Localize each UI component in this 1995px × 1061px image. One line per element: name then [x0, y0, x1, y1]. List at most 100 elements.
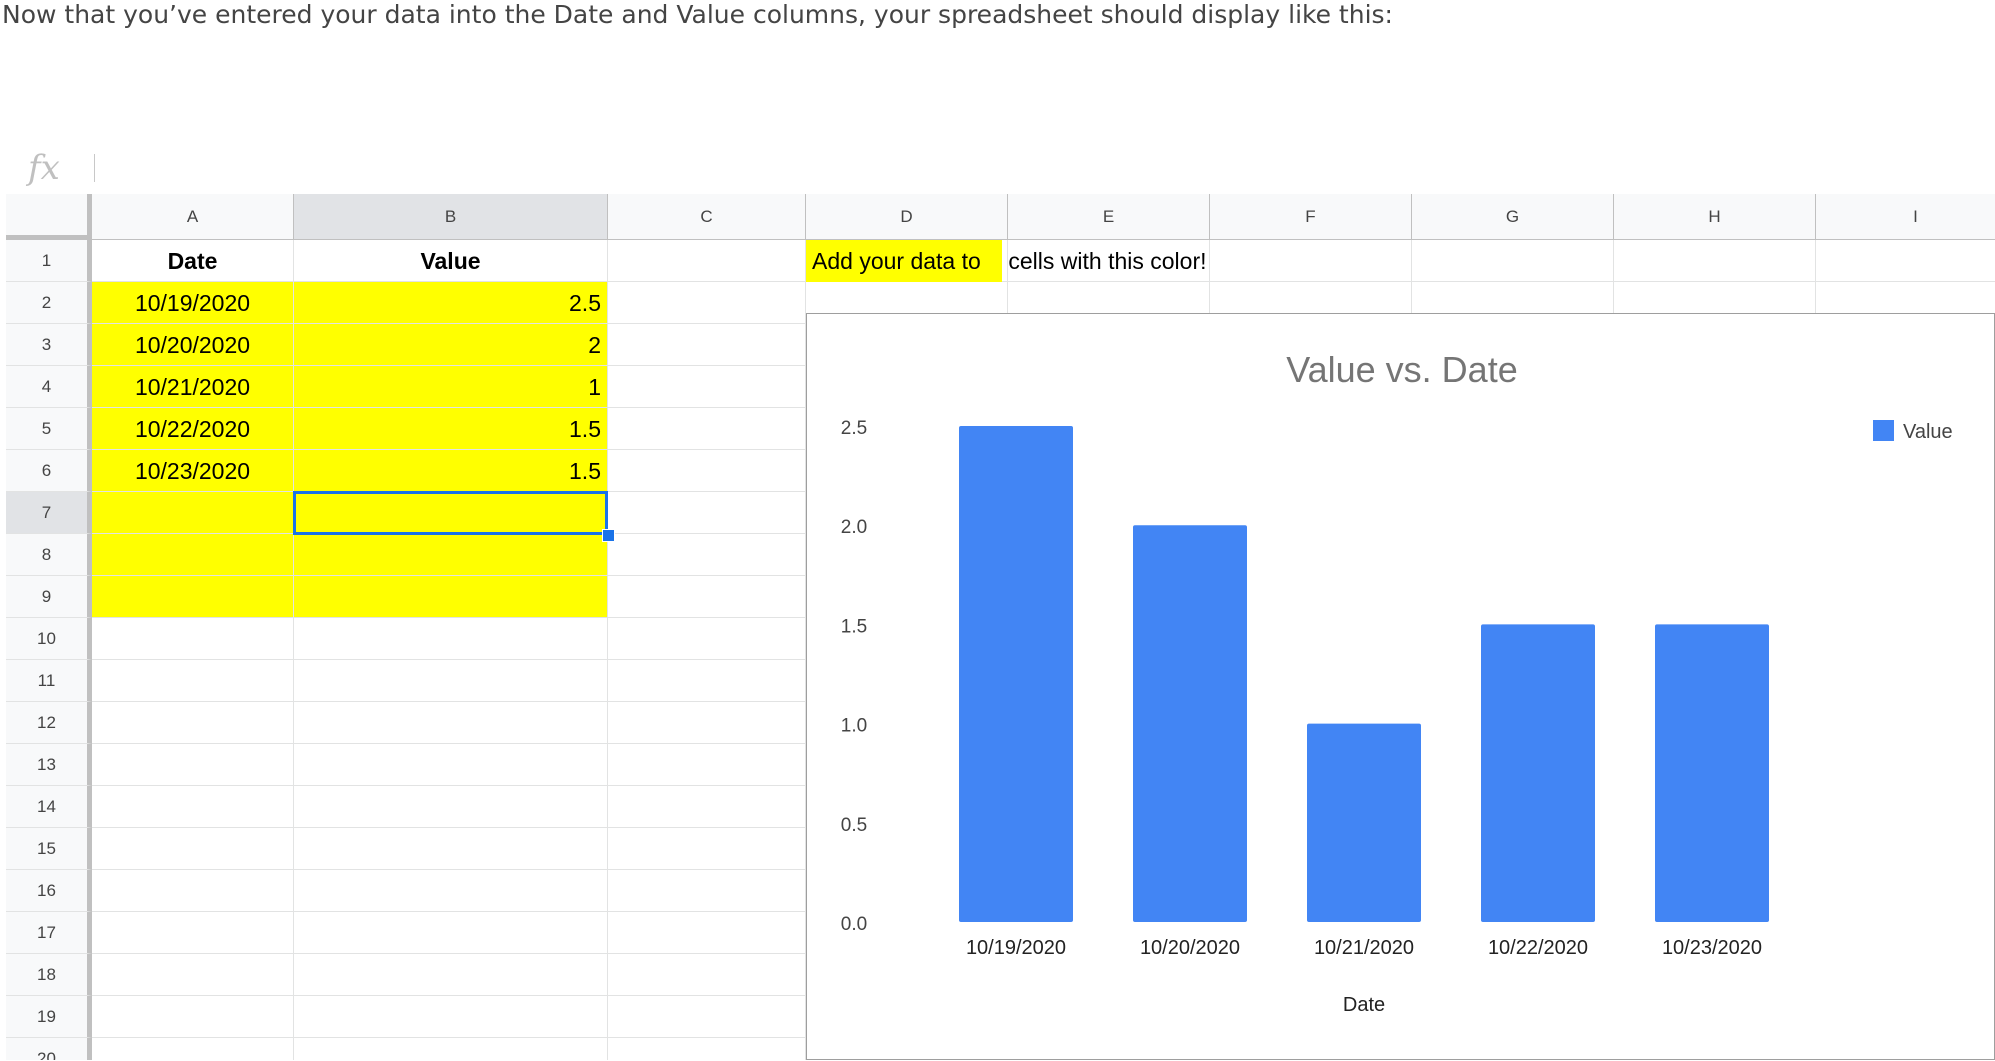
cell-a10[interactable]	[92, 618, 294, 660]
cell-c2[interactable]	[608, 282, 806, 324]
cell-b13[interactable]	[294, 744, 608, 786]
column-header-b[interactable]: B	[294, 194, 608, 240]
cell-c9[interactable]	[608, 576, 806, 618]
cell-c14[interactable]	[608, 786, 806, 828]
cell-b9[interactable]	[294, 576, 608, 618]
row-header-12[interactable]: 12	[6, 702, 92, 744]
row-header-6[interactable]: 6	[6, 450, 92, 492]
y-tick-label: 0.0	[841, 914, 867, 935]
cell-c7[interactable]	[608, 492, 806, 534]
row-header-14[interactable]: 14	[6, 786, 92, 828]
cell-h1[interactable]	[1614, 240, 1816, 282]
row-header-18[interactable]: 18	[6, 954, 92, 996]
row-header-20[interactable]: 20	[6, 1038, 92, 1060]
cell-c17[interactable]	[608, 912, 806, 954]
cell-c13[interactable]	[608, 744, 806, 786]
cell-a18[interactable]	[92, 954, 294, 996]
cell-c12[interactable]	[608, 702, 806, 744]
row-header-13[interactable]: 13	[6, 744, 92, 786]
column-header-d[interactable]: D	[806, 194, 1008, 240]
cell-a4[interactable]: 10/21/2020	[92, 366, 294, 408]
row-header-11[interactable]: 11	[6, 660, 92, 702]
cell-i1[interactable]	[1816, 240, 1995, 282]
row-header-5[interactable]: 5	[6, 408, 92, 450]
legend-label: Value	[1903, 421, 1953, 443]
cell-c20[interactable]	[608, 1038, 806, 1060]
chart-container[interactable]: Value vs. Date 0.0 0.5 1.0 1.5 2.0 2.5 10/19/20…	[806, 313, 1995, 1060]
cell-a17[interactable]	[92, 912, 294, 954]
cell-a5[interactable]: 10/22/2020	[92, 408, 294, 450]
column-header-f[interactable]: F	[1210, 194, 1412, 240]
x-tick-label: 10/21/2020	[1314, 937, 1414, 959]
cell-a9[interactable]	[92, 576, 294, 618]
cell-b10[interactable]	[294, 618, 608, 660]
cell-b16[interactable]	[294, 870, 608, 912]
column-header-e[interactable]: E	[1008, 194, 1210, 240]
column-header-g[interactable]: G	[1412, 194, 1614, 240]
cell-b14[interactable]	[294, 786, 608, 828]
cell-c3[interactable]	[608, 324, 806, 366]
column-header-i[interactable]: I	[1816, 194, 1995, 240]
cell-a12[interactable]	[92, 702, 294, 744]
cell-a19[interactable]	[92, 996, 294, 1038]
cell-a7[interactable]	[92, 492, 294, 534]
cell-a16[interactable]	[92, 870, 294, 912]
cell-a13[interactable]	[92, 744, 294, 786]
cell-c5[interactable]	[608, 408, 806, 450]
cell-b12[interactable]	[294, 702, 608, 744]
cell-c16[interactable]	[608, 870, 806, 912]
cell-b3[interactable]: 2	[294, 324, 608, 366]
row-header-16[interactable]: 16	[6, 870, 92, 912]
cell-c18[interactable]	[608, 954, 806, 996]
cell-b11[interactable]	[294, 660, 608, 702]
row-header-10[interactable]: 10	[6, 618, 92, 660]
row-header-7[interactable]: 7	[6, 492, 92, 534]
cell-b17[interactable]	[294, 912, 608, 954]
row-header-4[interactable]: 4	[6, 366, 92, 408]
row-header-17[interactable]: 17	[6, 912, 92, 954]
select-all-corner[interactable]	[6, 194, 92, 240]
fill-handle[interactable]	[602, 529, 615, 542]
cell-b6[interactable]: 1.5	[294, 450, 608, 492]
cell-a20[interactable]	[92, 1038, 294, 1060]
cell-c11[interactable]	[608, 660, 806, 702]
row-header-15[interactable]: 15	[6, 828, 92, 870]
cell-b1[interactable]: Value	[294, 240, 608, 282]
cell-c10[interactable]	[608, 618, 806, 660]
cell-a3[interactable]: 10/20/2020	[92, 324, 294, 366]
cell-a14[interactable]	[92, 786, 294, 828]
cell-b4[interactable]: 1	[294, 366, 608, 408]
cell-c1[interactable]	[608, 240, 806, 282]
cell-c19[interactable]	[608, 996, 806, 1038]
row-header-1[interactable]: 1	[6, 240, 92, 282]
cell-a1[interactable]: Date	[92, 240, 294, 282]
cell-c6[interactable]	[608, 450, 806, 492]
cell-a11[interactable]	[92, 660, 294, 702]
cell-a2[interactable]: 10/19/2020	[92, 282, 294, 324]
cell-d1[interactable]: Add your data to cells with this color!	[806, 240, 1207, 282]
cell-g1[interactable]	[1412, 240, 1614, 282]
row-header-2[interactable]: 2	[6, 282, 92, 324]
row-header-9[interactable]: 9	[6, 576, 92, 618]
cell-b15[interactable]	[294, 828, 608, 870]
row-header-3[interactable]: 3	[6, 324, 92, 366]
cell-c8[interactable]	[608, 534, 806, 576]
cell-c15[interactable]	[608, 828, 806, 870]
cell-b8[interactable]	[294, 534, 608, 576]
cell-c4[interactable]	[608, 366, 806, 408]
column-header-h[interactable]: H	[1614, 194, 1816, 240]
column-header-c[interactable]: C	[608, 194, 806, 240]
column-header-a[interactable]: A	[92, 194, 294, 240]
cell-a8[interactable]	[92, 534, 294, 576]
cell-a15[interactable]	[92, 828, 294, 870]
row-header-8[interactable]: 8	[6, 534, 92, 576]
cell-b19[interactable]	[294, 996, 608, 1038]
cell-a6[interactable]: 10/23/2020	[92, 450, 294, 492]
cell-b20[interactable]	[294, 1038, 608, 1060]
cell-b18[interactable]	[294, 954, 608, 996]
cell-f1[interactable]	[1210, 240, 1412, 282]
cell-b5[interactable]: 1.5	[294, 408, 608, 450]
row-header-19[interactable]: 19	[6, 996, 92, 1038]
x-tick-label: 10/23/2020	[1662, 937, 1762, 959]
cell-b2[interactable]: 2.5	[294, 282, 608, 324]
